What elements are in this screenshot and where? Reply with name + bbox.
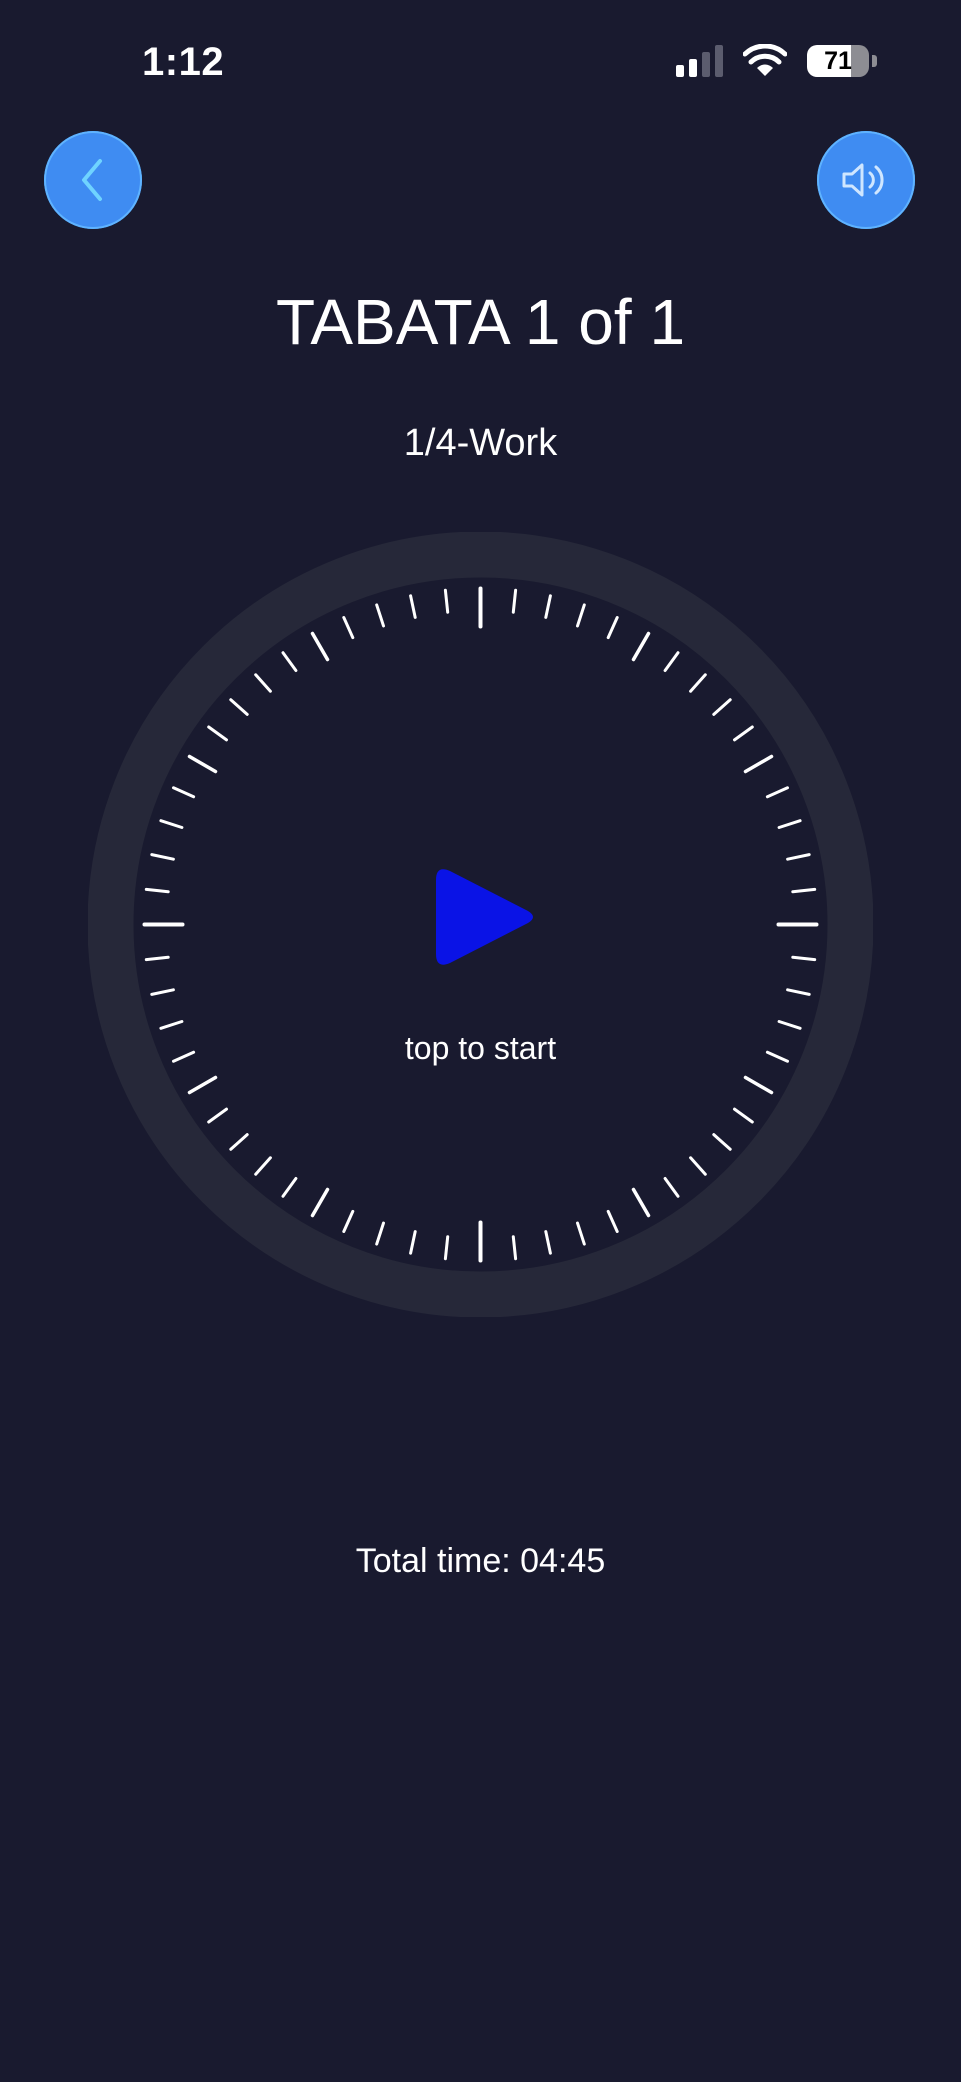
status-indicators: 71 <box>676 44 877 78</box>
dial-tick <box>281 651 298 672</box>
wifi-icon <box>743 44 787 76</box>
play-button[interactable] <box>420 862 542 984</box>
dial-tick <box>631 1187 651 1218</box>
dial-tick <box>777 819 802 829</box>
dial-tick <box>281 1177 298 1198</box>
dial-tick <box>172 786 196 799</box>
dial-tick <box>254 1156 272 1176</box>
battery-level: 71 <box>824 46 852 75</box>
workout-title: TABATA 1 of 1 <box>275 286 686 358</box>
dial-tick <box>511 588 518 614</box>
dial-tick <box>409 1230 417 1255</box>
dial-tick <box>375 603 385 628</box>
dial-tick <box>712 1133 732 1151</box>
dial-tick <box>631 631 651 662</box>
dial-tick <box>663 1177 680 1198</box>
dial-tick <box>144 887 170 894</box>
total-time: Total time: 04:45 <box>355 1542 606 1580</box>
dial-tick <box>733 725 754 742</box>
dial-tick <box>159 819 184 829</box>
dial-tick <box>576 603 586 628</box>
dial-tick <box>743 1075 774 1095</box>
dial-tick <box>254 673 272 693</box>
sound-toggle-button[interactable] <box>817 131 915 229</box>
speaker-icon <box>842 163 884 197</box>
dial-tick <box>342 616 355 640</box>
dial-tick <box>786 853 811 861</box>
dial-tick <box>786 988 811 996</box>
dial-tick <box>187 754 218 774</box>
dial-tick <box>229 698 249 716</box>
dial-tick <box>689 673 707 693</box>
chevron-left-icon <box>82 159 102 201</box>
dial-tick <box>544 594 552 619</box>
dial-tick <box>342 1209 355 1233</box>
back-button[interactable] <box>44 131 142 229</box>
dial-tick <box>310 1187 330 1218</box>
dial-tick <box>576 1221 586 1246</box>
play-icon <box>436 869 533 965</box>
dial-tick <box>150 853 175 861</box>
dial-tick <box>207 1107 228 1124</box>
status-time: 1:12 <box>142 40 225 84</box>
dial-tick <box>159 1020 184 1030</box>
dial-tick <box>712 698 732 716</box>
phase-label: 1/4-Work <box>403 422 558 464</box>
dial-tick <box>229 1133 249 1151</box>
battery-icon: 71 <box>807 45 869 77</box>
dial-tick <box>150 988 175 996</box>
dial-tick <box>443 588 450 614</box>
dial-tick <box>187 1075 218 1095</box>
tabata-timer-screen: 1:12 71 TABATA 1 of 1 1/4-Work top to st… <box>0 0 961 2082</box>
dial-tick <box>733 1107 754 1124</box>
dial-tick <box>207 725 228 742</box>
dial-tick <box>606 616 619 640</box>
dial-tick <box>743 754 774 774</box>
dial-tick <box>663 651 680 672</box>
dial-tick <box>606 1209 619 1233</box>
dial-tick <box>375 1221 385 1246</box>
dial-tick <box>144 955 170 962</box>
dial-tick <box>310 631 330 662</box>
start-hint: top to start <box>404 1030 557 1066</box>
dial-tick <box>544 1230 552 1255</box>
dial-tick <box>689 1156 707 1176</box>
dial-tick <box>443 1235 450 1261</box>
dial-tick <box>777 1020 802 1030</box>
dial-tick <box>409 594 417 619</box>
dial-tick <box>791 887 817 894</box>
dial-tick <box>765 786 789 799</box>
dial-tick <box>511 1235 518 1261</box>
dial-tick <box>791 955 817 962</box>
cellular-signal-icon <box>676 45 723 77</box>
battery-cap <box>872 55 877 67</box>
